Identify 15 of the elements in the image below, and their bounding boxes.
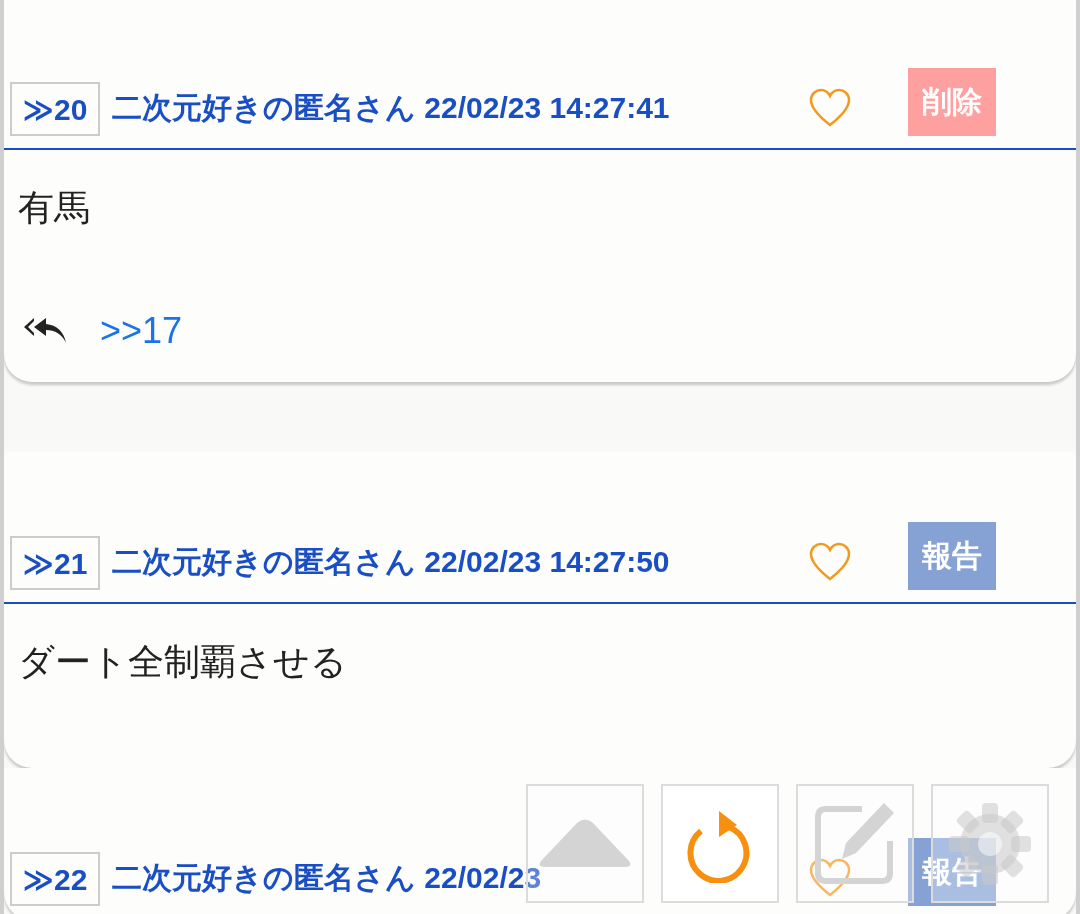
report-button[interactable]: 報告 [908, 522, 996, 590]
reply-link[interactable]: >>17 [100, 310, 183, 352]
post-author-date: 二次元好きの匿名さん 22/02/23 14:27:41 [112, 89, 670, 126]
heart-icon[interactable] [808, 858, 852, 898]
heart-icon[interactable] [808, 88, 852, 128]
edit-button[interactable] [796, 784, 914, 903]
post-number[interactable]: ≫22 [10, 852, 100, 906]
post-body: 有馬 [17, 186, 91, 230]
post-author-date: 二次元好きの匿名さん 22/02/23 14:27:50 [112, 543, 670, 580]
heart-icon[interactable] [808, 542, 852, 582]
refresh-button[interactable] [661, 784, 779, 903]
post-number[interactable]: ≫21 [10, 536, 100, 590]
post-body: ダート全制覇させる [17, 640, 348, 684]
post-author-date: 二次元好きの匿名さん 22/02/23 [112, 859, 542, 896]
post-number[interactable]: ≫20 [10, 82, 100, 136]
